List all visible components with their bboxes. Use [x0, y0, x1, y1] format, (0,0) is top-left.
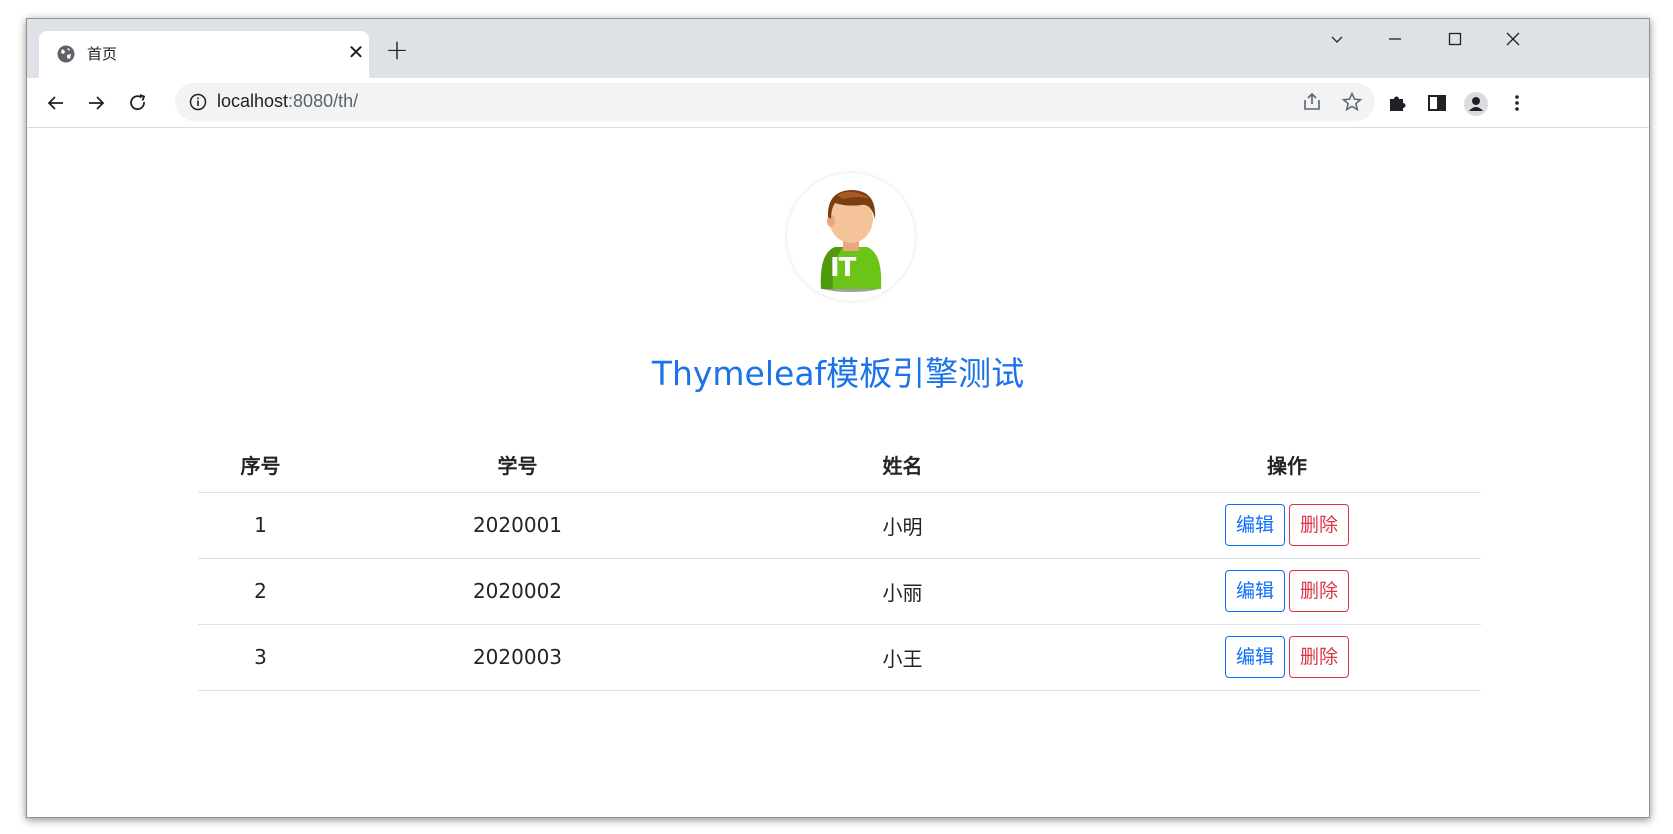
avatar: IT — [787, 173, 915, 301]
cell-student-id: 2020003 — [323, 624, 712, 691]
url-text[interactable]: localhost:8080/th/ — [217, 91, 358, 112]
header-actions: 操作 — [1093, 437, 1481, 493]
table-header-row: 序号 学号 姓名 操作 — [198, 437, 1481, 493]
cell-student-id: 2020002 — [323, 558, 712, 625]
delete-button[interactable]: 删除 — [1289, 570, 1350, 612]
delete-button[interactable]: 删除 — [1289, 504, 1350, 546]
address-bar[interactable]: localhost:8080/th/ — [175, 83, 1375, 121]
minimize-icon[interactable] — [1373, 31, 1417, 57]
profile-avatar-icon[interactable] — [1463, 91, 1488, 116]
header-name: 姓名 — [712, 437, 1093, 493]
info-icon[interactable] — [189, 93, 207, 111]
browser-toolbar: localhost:8080/th/ — [27, 78, 1649, 128]
side-panel-icon[interactable] — [1425, 91, 1449, 115]
url-path: :8080/th/ — [288, 91, 359, 111]
url-host: localhost — [217, 91, 289, 111]
table-row: 1 2020001 小明 编辑 删除 — [198, 492, 1481, 559]
student-table: 序号 学号 姓名 操作 1 2020001 小明 编辑 删除 2 2020002… — [198, 437, 1481, 691]
back-arrow-icon[interactable] — [41, 88, 71, 118]
cell-name: 小明 — [712, 492, 1093, 559]
maximize-icon[interactable] — [1433, 31, 1477, 57]
bookmark-star-icon[interactable] — [1341, 91, 1363, 113]
cell-student-id: 2020001 — [323, 492, 712, 559]
tab-title: 首页 — [87, 45, 118, 63]
extensions-puzzle-icon[interactable] — [1385, 91, 1409, 115]
tab-strip: 首页 ✕ + — [27, 19, 1649, 78]
page-title: Thymeleaf模板引擎测试 — [651, 354, 1025, 393]
new-tab-button[interactable]: + — [383, 36, 411, 65]
tab-home[interactable]: 首页 ✕ — [39, 31, 369, 78]
cell-name: 小丽 — [712, 558, 1093, 625]
cell-actions: 编辑 删除 — [1093, 492, 1481, 559]
tab-search-icon[interactable] — [1315, 31, 1359, 57]
tab-close-icon[interactable]: ✕ — [345, 40, 367, 64]
edit-button[interactable]: 编辑 — [1224, 636, 1285, 678]
forward-arrow-icon[interactable] — [81, 88, 111, 118]
cell-index: 3 — [198, 624, 323, 691]
cell-index: 2 — [198, 558, 323, 625]
cell-actions: 编辑 删除 — [1093, 558, 1481, 625]
cell-actions: 编辑 删除 — [1093, 624, 1481, 691]
table-row: 3 2020003 小王 编辑 删除 — [198, 624, 1481, 691]
cell-name: 小王 — [712, 624, 1093, 691]
browser-window: 首页 ✕ + localhost:8080/th/ IT Thymeleaf模板… — [26, 18, 1650, 818]
table-row: 2 2020002 小丽 编辑 删除 — [198, 558, 1481, 625]
header-student-id: 学号 — [323, 437, 712, 493]
share-icon[interactable] — [1301, 91, 1323, 113]
delete-button[interactable]: 删除 — [1289, 636, 1350, 678]
avatar-label: IT — [830, 253, 856, 283]
edit-button[interactable]: 编辑 — [1224, 570, 1285, 612]
reload-icon[interactable] — [123, 88, 153, 118]
header-index: 序号 — [198, 437, 323, 493]
globe-icon — [56, 44, 76, 64]
more-menu-icon[interactable] — [1505, 91, 1529, 115]
cell-index: 1 — [198, 492, 323, 559]
close-window-icon[interactable] — [1491, 31, 1535, 57]
edit-button[interactable]: 编辑 — [1224, 504, 1285, 546]
page-content: IT Thymeleaf模板引擎测试 序号 学号 姓名 操作 1 2020001… — [27, 129, 1649, 817]
